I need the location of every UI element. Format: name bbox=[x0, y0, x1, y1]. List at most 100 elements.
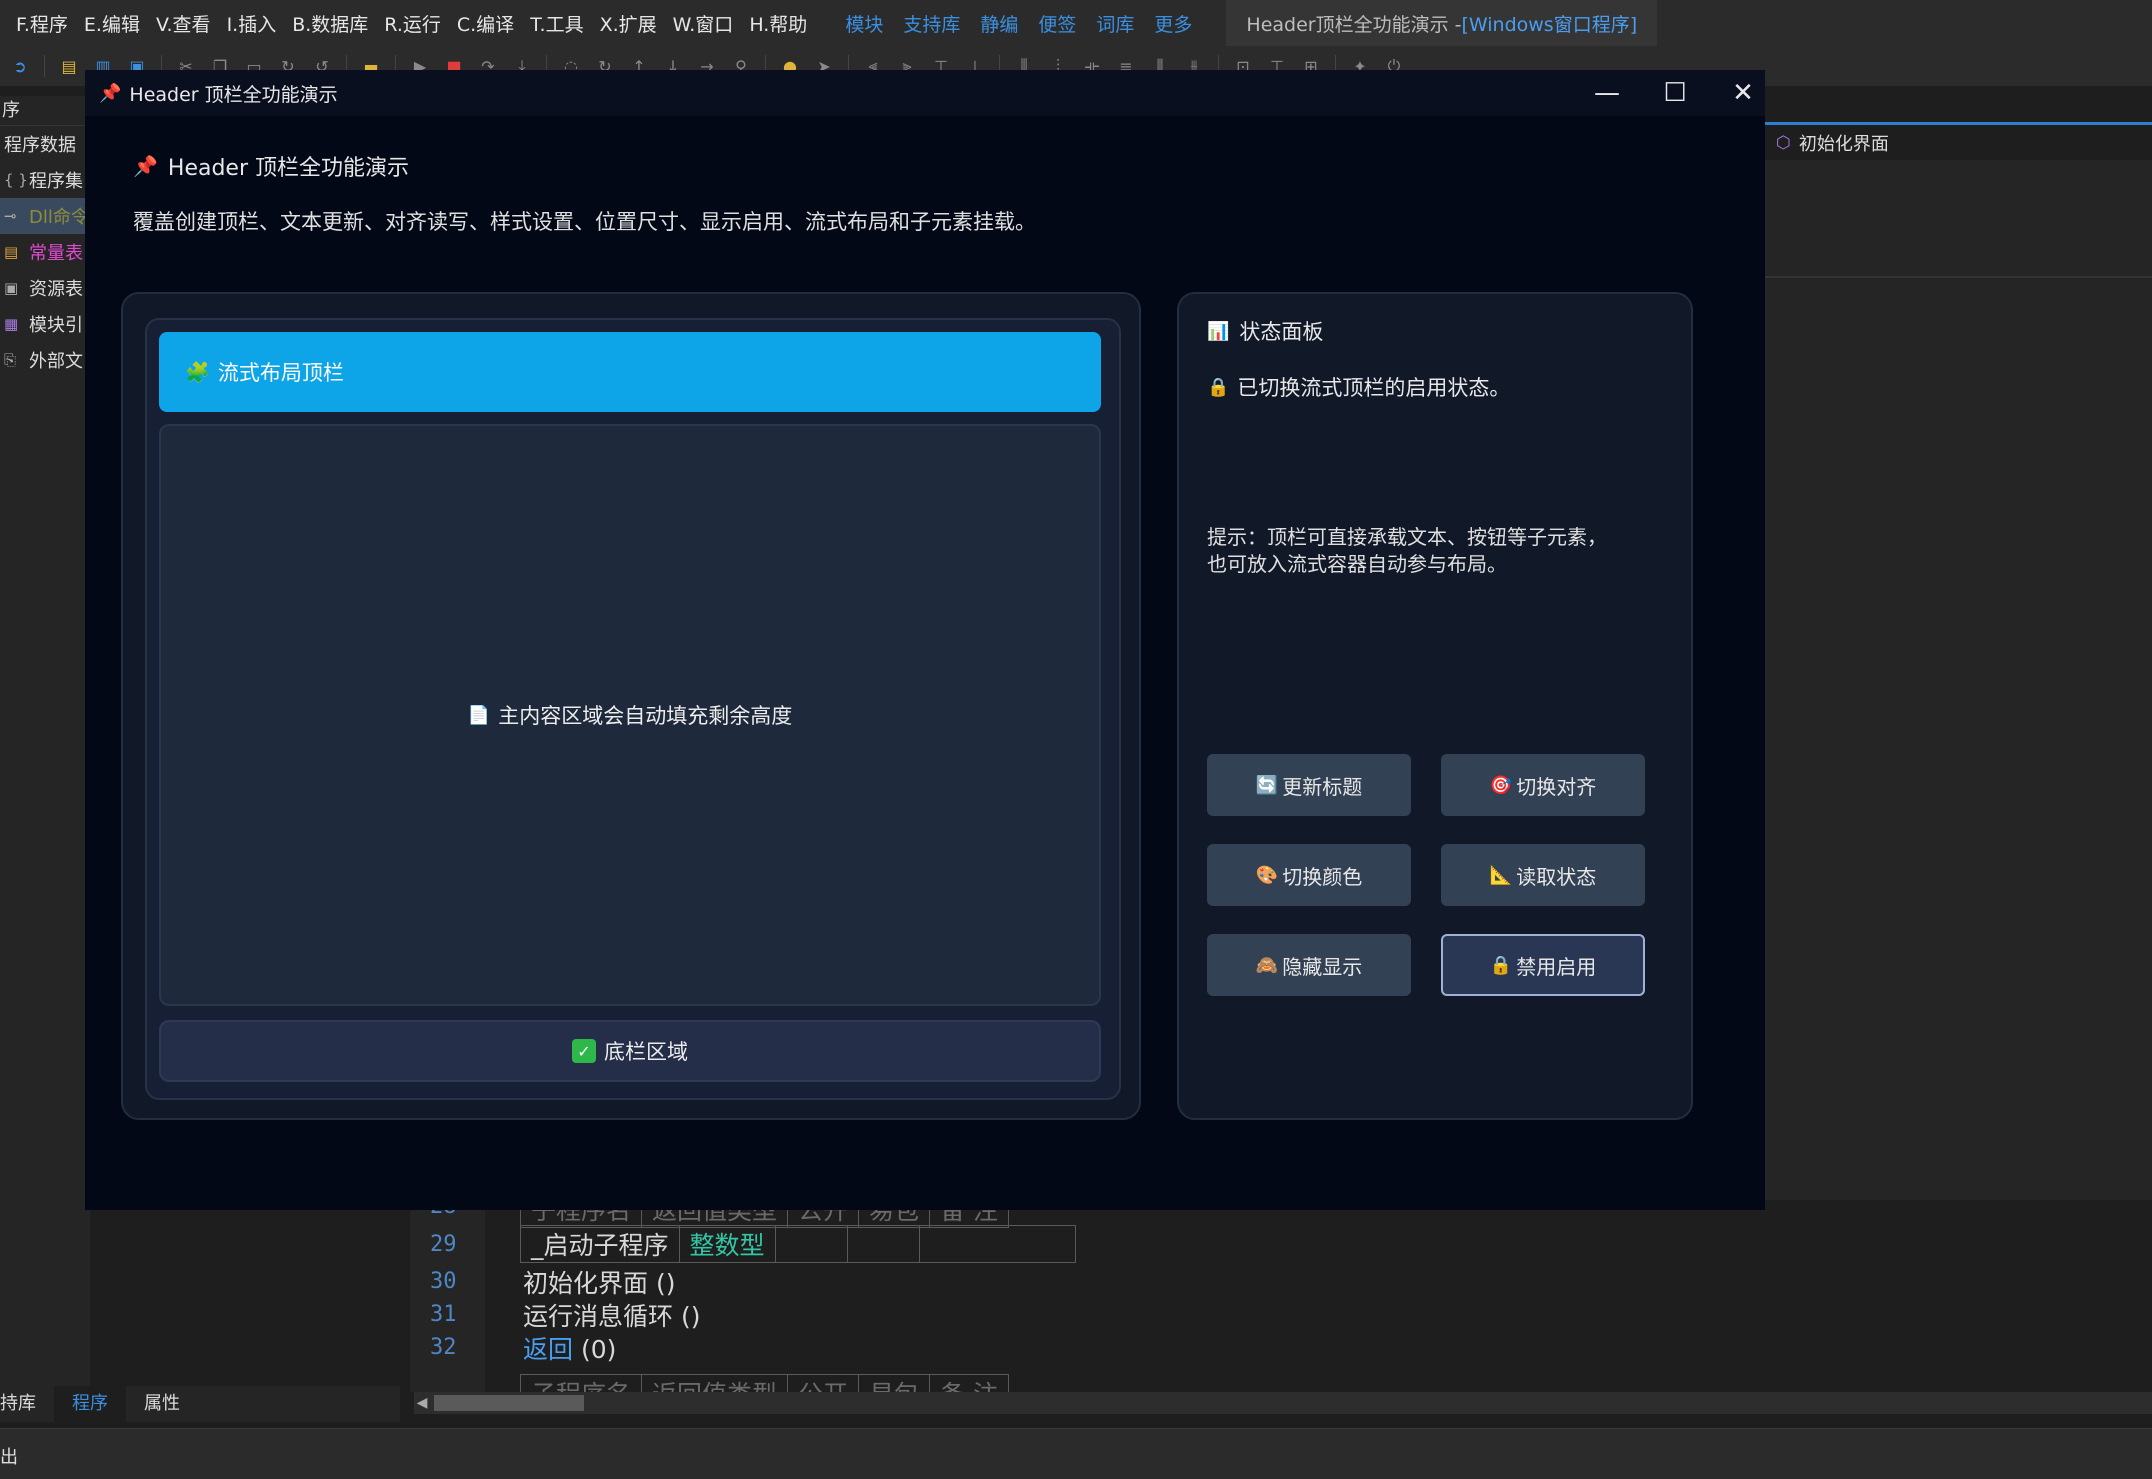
tab-properties[interactable]: 属性 bbox=[126, 1386, 198, 1422]
demo-window: 📌 Header 顶栏全功能演示 — ☐ ✕ 📌 Header 顶栏全功能演示 … bbox=[85, 70, 1765, 1210]
line-number-gutter: 28 29 30 31 32 bbox=[410, 1194, 485, 1392]
ide-title-prefix: Header顶栏全功能演示 - bbox=[1246, 13, 1462, 36]
tree-item-assembly[interactable]: { } 程序集 bbox=[0, 162, 90, 198]
scroll-left-icon[interactable]: ◀ bbox=[414, 1392, 430, 1414]
toggle-align-button[interactable]: 🎯 切换对齐 bbox=[1441, 754, 1645, 816]
table-cell: 整数型 bbox=[678, 1225, 776, 1263]
tree-item-label: 外部文 bbox=[29, 351, 83, 372]
app-header-title: Header 顶栏全功能演示 bbox=[167, 156, 410, 181]
window-title: Header 顶栏全功能演示 bbox=[129, 83, 338, 106]
output-panel: 出 bbox=[0, 1428, 2152, 1479]
code-line: 运行消息循环 () bbox=[523, 1302, 701, 1331]
tree-item-resources[interactable]: ▣ 资源表 bbox=[0, 270, 90, 306]
table-cell bbox=[774, 1225, 848, 1263]
app-description: 覆盖创建顶栏、文本更新、对齐读写、样式设置、位置尺寸、显示启用、流式布局和子元素… bbox=[133, 210, 1036, 234]
button-label: 更新标题 bbox=[1282, 774, 1363, 799]
code-editor[interactable]: 28 29 30 31 32 子程序名 返回值类型 公开 易包 备 注 _启动子… bbox=[410, 1190, 2152, 1412]
button-label: 禁用启用 bbox=[1516, 954, 1597, 979]
table-cell bbox=[846, 1225, 920, 1263]
code-line: 返回 (0) bbox=[523, 1330, 616, 1366]
footer-area: ✓ 底栏区域 bbox=[159, 1020, 1101, 1082]
tab-label: 初始化界面 bbox=[1798, 133, 1889, 155]
tree-item-dll-command[interactable]: ⊸ Dll命令 bbox=[0, 198, 90, 234]
cube-icon: ⬡ bbox=[1776, 132, 1791, 153]
tab-program[interactable]: 程序 bbox=[54, 1386, 126, 1422]
lock-icon: 🔒 bbox=[1207, 376, 1230, 398]
link-thesaurus[interactable]: 词库 bbox=[1086, 10, 1144, 37]
menu-run[interactable]: R.运行 bbox=[376, 10, 449, 37]
line-number: 29 bbox=[430, 1232, 457, 1257]
return-keyword: 返回 bbox=[523, 1335, 574, 1364]
minimize-button[interactable]: — bbox=[1573, 70, 1641, 116]
ide-title-highlight: [Windows窗口程序] bbox=[1461, 13, 1638, 36]
module-grid-icon: ▦ bbox=[4, 315, 19, 333]
hint-line: 也可放入流式容器自动参与布局。 bbox=[1207, 552, 1507, 576]
table-cell: _启动子程序 bbox=[520, 1225, 680, 1263]
menu-view[interactable]: V.查看 bbox=[148, 10, 219, 37]
constant-table-icon: ▤ bbox=[4, 243, 19, 261]
hide-show-button[interactable]: 🙈 隐藏显示 bbox=[1207, 934, 1411, 996]
close-button[interactable]: ✕ bbox=[1709, 70, 1777, 116]
maximize-button[interactable]: ☐ bbox=[1641, 70, 1709, 116]
target-icon: 🎯 bbox=[1489, 774, 1513, 796]
external-file-icon: ⎘ bbox=[4, 351, 17, 369]
link-module[interactable]: 模块 bbox=[835, 10, 893, 37]
toggle-color-button[interactable]: 🎨 切换颜色 bbox=[1207, 844, 1411, 906]
line-number: 32 bbox=[430, 1335, 457, 1360]
menu-insert[interactable]: I.插入 bbox=[219, 10, 285, 37]
ide-window-title: Header顶栏全功能演示 - [Windows窗口程序] bbox=[1226, 0, 1658, 46]
tree-item-program-data[interactable]: 程序数据 bbox=[0, 126, 90, 162]
menu-program[interactable]: F.程序 bbox=[0, 10, 76, 37]
menu-tools[interactable]: T.工具 bbox=[522, 10, 591, 37]
tab-init-ui[interactable]: ⬡ 初始化界面 bbox=[1762, 122, 2152, 160]
menu-help[interactable]: H.帮助 bbox=[741, 10, 815, 37]
toolbar-separator bbox=[44, 55, 45, 77]
tree-item-label: 资源表 bbox=[29, 279, 83, 300]
see-no-evil-monkey-icon: 🙈 bbox=[1255, 954, 1279, 976]
menu-extend[interactable]: X.扩展 bbox=[592, 10, 665, 37]
dll-link-icon: ⊸ bbox=[4, 207, 17, 225]
menu-compile[interactable]: C.编译 bbox=[449, 10, 522, 37]
refresh-icon: 🔄 bbox=[1255, 774, 1279, 796]
status-message-text: 已切换流式顶栏的启用状态。 bbox=[1237, 376, 1511, 400]
left-tree-panel: 序 程序数据 { } 程序集 ⊸ Dll命令 ▤ 常量表 ▣ 资源表 ▦ 模块引… bbox=[0, 96, 90, 1396]
menu-database[interactable]: B.数据库 bbox=[284, 10, 376, 37]
window-titlebar[interactable]: 📌 Header 顶栏全功能演示 bbox=[85, 70, 1765, 116]
button-label: 切换颜色 bbox=[1282, 864, 1363, 889]
ruler-triangle-icon: 📐 bbox=[1489, 864, 1513, 886]
tree-panel-header: 序 bbox=[0, 96, 90, 126]
read-state-button[interactable]: 📐 读取状态 bbox=[1441, 844, 1645, 906]
disable-enable-button[interactable]: 🔒 禁用启用 bbox=[1441, 934, 1645, 996]
update-title-button[interactable]: 🔄 更新标题 bbox=[1207, 754, 1411, 816]
palette-icon: 🎨 bbox=[1255, 864, 1279, 886]
link-support-lib[interactable]: 支持库 bbox=[893, 10, 970, 37]
tree-item-label: 程序集 bbox=[29, 171, 83, 192]
code-line: 初始化界面 () bbox=[523, 1269, 676, 1298]
link-static-compile[interactable]: 静编 bbox=[970, 10, 1028, 37]
tree-item-modules[interactable]: ▦ 模块引 bbox=[0, 306, 90, 342]
main-content-area: 📄 主内容区域会自动填充剩余高度 bbox=[159, 424, 1101, 1006]
checkmark-icon: ✓ bbox=[572, 1039, 596, 1063]
tree-item-external-files[interactable]: ⎘ 外部文 bbox=[0, 342, 90, 378]
scrollbar-thumb[interactable] bbox=[434, 1395, 584, 1411]
tab-support-lib[interactable]: 持库 bbox=[0, 1386, 54, 1422]
status-panel-title: 📊 状态面板 bbox=[1207, 316, 1323, 346]
new-file-icon[interactable]: ▤ bbox=[59, 56, 79, 76]
link-more[interactable]: 更多 bbox=[1144, 10, 1202, 37]
menu-edit[interactable]: E.编辑 bbox=[76, 10, 148, 37]
tree-item-constants[interactable]: ▤ 常量表 bbox=[0, 234, 90, 270]
tree-item-label: 模块引 bbox=[29, 315, 83, 336]
braces-icon: { } bbox=[4, 171, 28, 189]
document-icon: 📄 bbox=[467, 704, 491, 726]
resource-table-icon: ▣ bbox=[4, 279, 19, 297]
subroutine-table-row[interactable]: _启动子程序 整数型 bbox=[520, 1225, 1076, 1263]
bottom-tab-bar: 持库 程序 属性 bbox=[0, 1386, 400, 1422]
horizontal-scrollbar[interactable]: ◀ bbox=[414, 1392, 2152, 1414]
main-content-text: 主内容区域会自动填充剩余高度 bbox=[498, 704, 793, 728]
navigate-icon[interactable]: ➲ bbox=[10, 56, 30, 76]
menu-window[interactable]: W.窗口 bbox=[665, 10, 742, 37]
status-hint: 提示：顶栏可直接承载文本、按钮等子元素， 也可放入流式容器自动参与布局。 bbox=[1207, 524, 1647, 578]
demo-card: 🧩 流式布局顶栏 📄 主内容区域会自动填充剩余高度 ✓ 底栏区域 bbox=[121, 292, 1141, 1120]
status-title-text: 状态面板 bbox=[1239, 320, 1324, 344]
link-notes[interactable]: 便签 bbox=[1028, 10, 1086, 37]
